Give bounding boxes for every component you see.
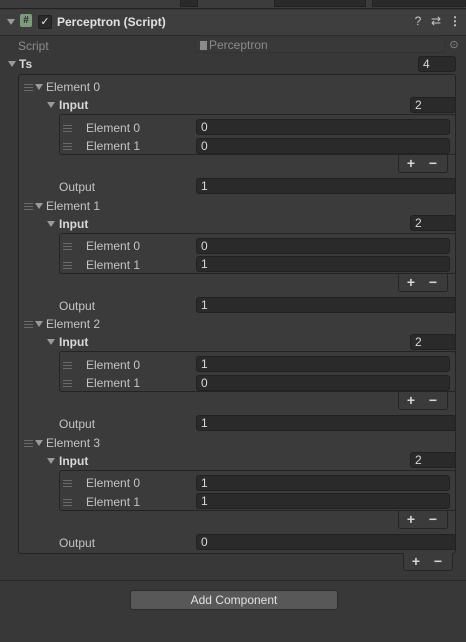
preset-icon[interactable]: ⇄ [429,14,443,28]
input-element-field[interactable]: 0 [196,375,450,391]
ts-element-label: Element 1 [46,199,101,213]
add-button[interactable]: + [401,274,421,290]
output-field[interactable]: 1 [196,178,456,194]
strip-field [180,0,198,7]
ts-size-field[interactable]: 4 [418,56,456,72]
remove-button[interactable]: − [423,392,443,408]
script-file-icon [200,41,207,50]
input-label: Input [59,98,89,112]
input-foldout-icon[interactable] [47,221,55,227]
script-field[interactable]: Perceptron [195,37,445,53]
input-element-field[interactable]: 0 [196,119,450,135]
output-field[interactable]: 1 [196,297,456,313]
drag-handle-icon[interactable] [63,143,72,150]
input-size-field[interactable]: 2 [410,97,456,113]
input-element-label: Element 0 [86,121,141,135]
remove-button[interactable]: − [423,274,443,290]
remove-button[interactable]: − [423,511,443,527]
drag-handle-icon[interactable] [24,440,33,447]
help-icon[interactable]: ? [411,14,425,28]
input-label: Input [59,454,89,468]
input-element-field[interactable]: 1 [196,493,450,509]
input-element-field[interactable]: 1 [196,475,450,491]
input-label: Input [59,335,89,349]
object-picker-icon[interactable]: ⊙ [447,38,461,52]
input-element-label: Element 0 [86,239,141,253]
drag-handle-icon[interactable] [24,321,33,328]
input-label: Input [59,217,89,231]
element-foldout-icon[interactable] [35,203,43,209]
foldout-arrow-icon[interactable] [7,19,15,25]
output-label: Output [59,536,96,550]
input-list-controls: + − [398,274,448,292]
output-label: Output [59,417,96,431]
input-element-label: Element 1 [86,495,141,509]
input-element-field[interactable]: 0 [196,238,450,254]
input-foldout-icon[interactable] [47,458,55,464]
input-foldout-icon[interactable] [47,102,55,108]
divider [0,580,466,581]
drag-handle-icon[interactable] [63,480,72,487]
input-list-controls: + − [398,155,448,173]
output-field[interactable]: 1 [196,415,456,431]
input-element-label: Element 0 [86,476,141,490]
output-field[interactable]: 0 [196,534,456,550]
enabled-checkbox[interactable]: ✓ [38,15,52,29]
ts-label: Ts [19,57,33,71]
menu-icon[interactable]: ⋮ [448,14,462,28]
ts-foldout-icon[interactable] [8,61,16,67]
add-button[interactable]: + [401,155,421,171]
drag-handle-icon[interactable] [63,499,72,506]
strip-field [274,0,366,7]
ts-element-label: Element 3 [46,436,101,450]
drag-handle-icon[interactable] [63,262,72,269]
drag-handle-icon[interactable] [63,243,72,250]
input-element-field[interactable]: 1 [196,256,450,272]
add-button[interactable]: + [406,553,426,569]
input-element-label: Element 1 [86,376,141,390]
component-title: Perceptron (Script) [57,15,166,29]
output-label: Output [59,299,96,313]
output-label: Output [59,180,96,194]
input-element-label: Element 1 [86,258,141,272]
add-button[interactable]: + [401,511,421,527]
drag-handle-icon[interactable] [63,362,72,369]
element-foldout-icon[interactable] [35,84,43,90]
drag-handle-icon[interactable] [63,380,72,387]
input-element-field[interactable]: 0 [196,138,450,154]
ts-element-label: Element 2 [46,317,101,331]
input-list-controls: + − [398,392,448,410]
element-foldout-icon[interactable] [35,321,43,327]
input-foldout-icon[interactable] [47,339,55,345]
ts-element-label: Element 0 [46,80,101,94]
script-field-value: Perceptron [209,38,268,52]
remove-button[interactable]: − [428,553,448,569]
drag-handle-icon[interactable] [24,203,33,210]
script-label: Script [18,39,49,53]
add-component-button[interactable]: Add Component [130,590,338,610]
component-header[interactable]: # ✓ Perceptron (Script) ? ⇄ ⋮ [0,10,466,36]
script-icon: # [20,14,32,27]
element-foldout-icon[interactable] [35,440,43,446]
input-size-field[interactable]: 2 [410,215,456,231]
input-element-field[interactable]: 1 [196,356,450,372]
input-element-label: Element 1 [86,139,141,153]
input-size-field[interactable]: 2 [410,452,456,468]
drag-handle-icon[interactable] [24,84,33,91]
input-element-label: Element 0 [86,358,141,372]
input-list-controls: + − [398,511,448,529]
previous-component-strip [0,0,466,9]
add-button[interactable]: + [401,392,421,408]
ts-list-controls: + − [403,553,453,571]
remove-button[interactable]: − [423,155,443,171]
strip-field [372,0,466,7]
input-size-field[interactable]: 2 [410,334,456,350]
drag-handle-icon[interactable] [63,125,72,132]
